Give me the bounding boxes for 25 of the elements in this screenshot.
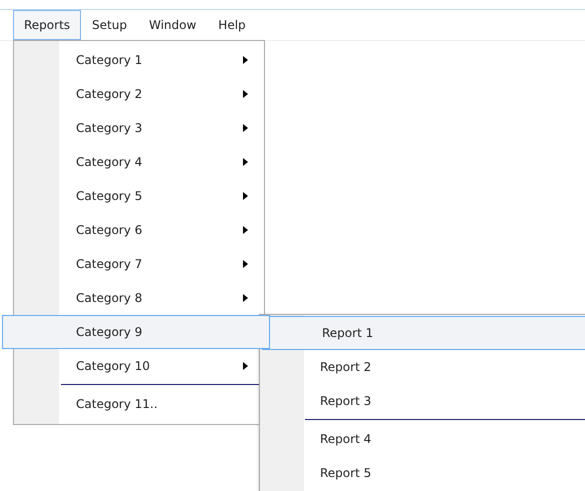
submenu-arrow-icon bbox=[243, 90, 248, 98]
menu-item[interactable]: Report 1 bbox=[262, 316, 585, 350]
menu-item[interactable]: Category 7 bbox=[14, 247, 264, 281]
submenu-arrow-icon bbox=[243, 294, 248, 302]
menu-bar-item[interactable]: Reports bbox=[13, 10, 82, 40]
submenu-arrow-icon bbox=[243, 124, 248, 132]
menu-item[interactable]: Category 3 bbox=[14, 111, 264, 145]
submenu-arrow-icon bbox=[243, 362, 248, 370]
menu-item[interactable]: Report 4 bbox=[260, 422, 585, 456]
menu-item[interactable]: Category 5 bbox=[14, 179, 264, 213]
menu-item[interactable]: Category 4 bbox=[14, 145, 264, 179]
menu-item[interactable]: Category 8 bbox=[14, 281, 264, 315]
menu-item[interactable]: Category 1 bbox=[14, 43, 264, 77]
menu-item[interactable]: Report 5 bbox=[260, 456, 585, 490]
menu-item[interactable]: Category 9 bbox=[2, 315, 270, 349]
menu-bar-item[interactable]: Window bbox=[138, 10, 208, 40]
menu-item[interactable]: Category 2 bbox=[14, 77, 264, 111]
submenu-arrow-icon bbox=[243, 192, 248, 200]
submenu-arrow-icon bbox=[243, 260, 248, 268]
menu-bar-item[interactable]: Setup bbox=[81, 10, 138, 40]
submenu-arrow-icon bbox=[243, 56, 248, 64]
menu-item[interactable]: Category 6 bbox=[14, 213, 264, 247]
submenu-arrow-icon bbox=[243, 158, 248, 166]
menu-bar-item[interactable]: Help bbox=[207, 10, 257, 40]
submenu-arrow-icon bbox=[243, 226, 248, 234]
